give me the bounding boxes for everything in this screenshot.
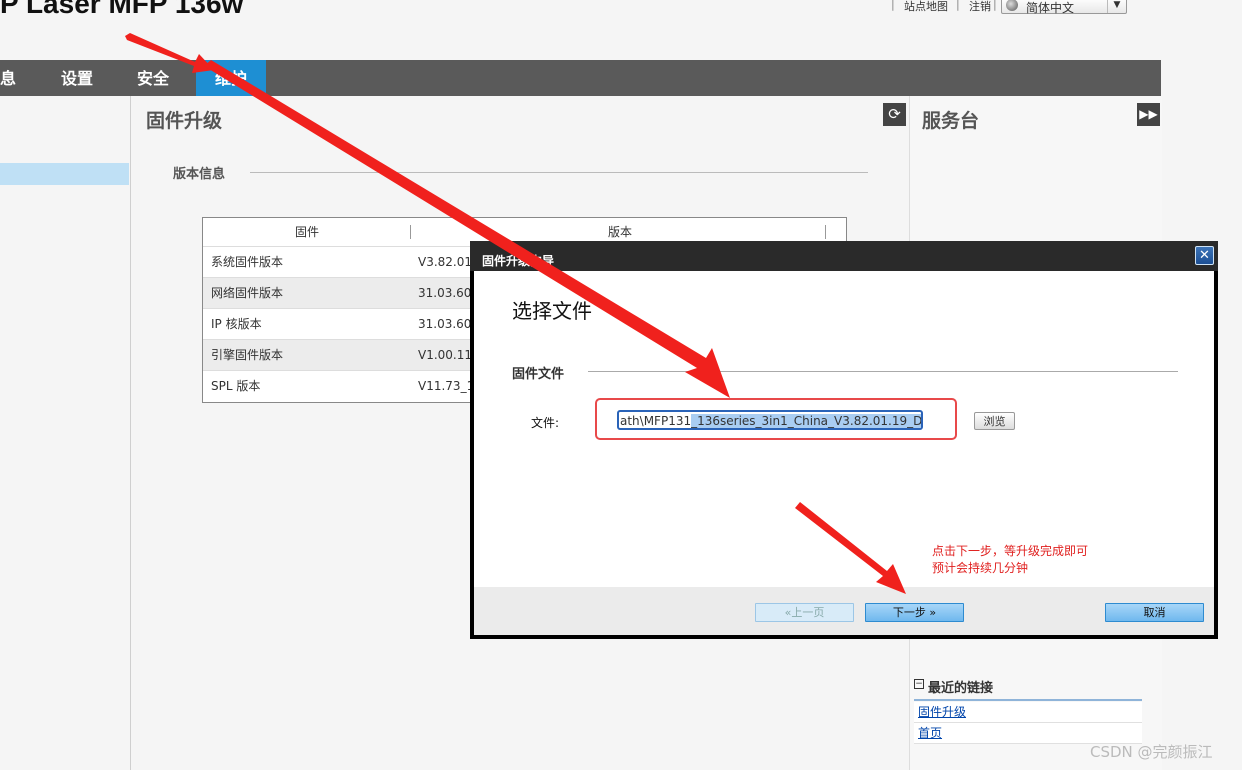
nav-security-label: 安全 — [136, 69, 169, 88]
version-info-heading: 版本信息 — [173, 167, 226, 182]
nav-info[interactable]: 信息 — [0, 60, 38, 96]
divider — [914, 699, 1142, 701]
annotation-line: 预计会持续几分钟 — [932, 561, 1029, 575]
service-panel-title: 服务台 — [922, 110, 980, 132]
annotation-line: 点击下一步，等升级完成即可 — [932, 544, 1089, 558]
nav-settings-label: 设置 — [60, 69, 93, 88]
dialog-titlebar[interactable] — [470, 241, 1218, 271]
firmware-name: 系统固件版本 — [211, 255, 284, 269]
refresh-icon[interactable]: ⟳ — [883, 103, 906, 126]
collapse-icon[interactable]: − — [914, 679, 924, 689]
nav-maintenance-label: 维护 — [214, 69, 247, 88]
expand-icon[interactable]: ▶▶ — [1137, 103, 1160, 126]
language-value: 简体中文 — [1026, 1, 1075, 15]
product-title: P Laser MFP 136w — [0, 0, 244, 19]
divider: | — [891, 0, 895, 11]
recent-links-title: 最近的链接 — [928, 681, 994, 696]
nav-maintenance[interactable]: 维护 — [196, 60, 266, 96]
dropdown-arrow-icon: ▼ — [1107, 0, 1126, 13]
left-sidebar — [0, 96, 131, 770]
annotation-text: 点击下一步，等升级完成即可 预计会持续几分钟 — [932, 543, 1088, 577]
globe-icon — [1006, 0, 1018, 11]
column-divider — [825, 225, 826, 239]
language-select[interactable]: 简体中文 ▼ — [1001, 0, 1127, 15]
nav-security[interactable]: 安全 — [118, 60, 188, 96]
nav-info-label: 信息 — [0, 69, 17, 88]
divider: | — [993, 0, 997, 11]
firmware-file-heading: 固件文件 — [512, 367, 565, 382]
divider: | — [956, 0, 960, 11]
divider — [250, 172, 868, 173]
previous-button[interactable]: «上一页 — [755, 603, 854, 622]
page-title: 固件升级 — [146, 110, 223, 132]
file-path-text: ath\MFP131 — [620, 414, 692, 428]
next-button[interactable]: 下一步 » — [865, 603, 964, 622]
recent-link-firmware[interactable]: 固件升级 — [914, 702, 1142, 723]
firmware-name: IP 核版本 — [211, 317, 262, 331]
browse-button[interactable]: 浏览 — [974, 412, 1015, 430]
firmware-name: SPL 版本 — [211, 379, 261, 393]
recent-link-label[interactable]: 固件升级 — [918, 705, 966, 719]
cancel-button[interactable]: 取消 — [1105, 603, 1204, 622]
firmware-name: 引擎固件版本 — [211, 348, 284, 362]
file-path-input[interactable]: ath\MFP131_136series_3in1_China_V3.82.01… — [617, 410, 923, 430]
table-header-firmware: 固件 — [294, 225, 319, 239]
firmware-version: 31.03.60_ — [418, 317, 478, 331]
divider — [588, 371, 1178, 372]
close-icon[interactable]: ✕ — [1195, 246, 1214, 265]
step-title: 选择文件 — [512, 299, 592, 323]
recent-link-label[interactable]: 首页 — [918, 726, 942, 740]
main-nav: 信息 设置 安全 维护 — [0, 60, 1161, 96]
sidebar-selected-item[interactable] — [0, 163, 129, 185]
firmware-name: 网络固件版本 — [211, 286, 284, 300]
firmware-version: V3.82.01. — [418, 255, 476, 269]
nav-settings[interactable]: 设置 — [42, 60, 112, 96]
firmware-version: 31.03.60_ — [418, 286, 478, 300]
logout-link[interactable]: 注销 — [969, 0, 991, 14]
file-path-selected-text: _136series_3in1_China_V3.82.01.19_DS.hd — [691, 414, 921, 428]
dialog-title: 固件升级向导 — [482, 254, 555, 268]
sitemap-link[interactable]: 站点地图 — [904, 0, 948, 14]
watermark: CSDN @完颜振江 — [1090, 743, 1213, 761]
file-label: 文件: — [531, 416, 560, 430]
